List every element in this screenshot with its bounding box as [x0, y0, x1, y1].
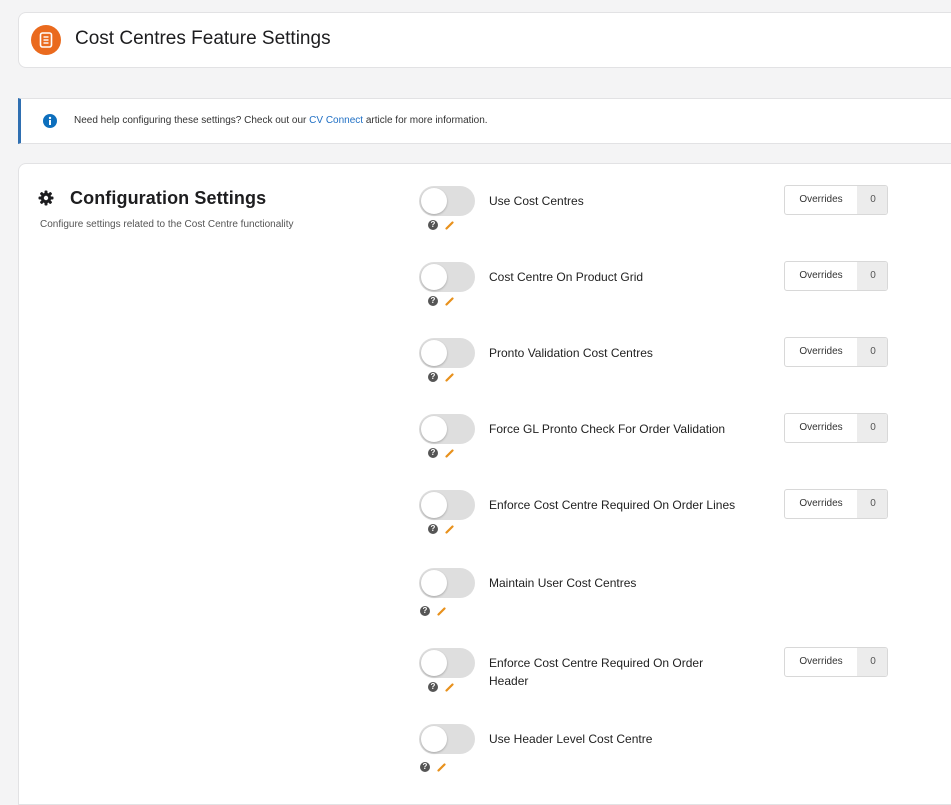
overrides-button[interactable]: Overrides 0 — [784, 185, 888, 215]
configuration-panel: Configuration Settings Configure setting… — [18, 163, 951, 805]
toggle-knob — [421, 416, 447, 442]
setting-label: Use Header Level Cost Centre — [489, 732, 653, 746]
setting-label: Maintain User Cost Centres — [489, 576, 637, 590]
overrides-label: Overrides — [799, 498, 843, 509]
setting-toggle[interactable] — [419, 186, 475, 216]
setting-row: ? Enforce Cost Centre Required On Order L… — [19, 489, 951, 560]
setting-label: Enforce Cost Centre Required On Order He… — [489, 656, 704, 688]
help-icon[interactable]: ? — [428, 682, 438, 692]
setting-row: ? Maintain User Cost Centres — [19, 568, 951, 638]
help-icon[interactable]: ? — [428, 372, 438, 382]
setting-toggle[interactable] — [419, 724, 475, 754]
setting-label: Use Cost Centres — [489, 194, 584, 208]
setting-toggle[interactable] — [419, 648, 475, 678]
toggle-knob — [421, 570, 447, 596]
setting-label: Force GL Pronto Check For Order Validati… — [489, 422, 726, 436]
toggle-knob — [421, 264, 447, 290]
overrides-count: 0 — [857, 648, 887, 676]
page-header: Cost Centres Feature Settings — [18, 12, 951, 68]
setting-label: Pronto Validation Cost Centres — [489, 346, 653, 360]
pencil-icon[interactable] — [445, 373, 454, 382]
toggle-knob — [421, 492, 447, 518]
setting-toggle[interactable] — [419, 568, 475, 598]
overrides-button[interactable]: Overrides 0 — [784, 337, 888, 367]
toggle-knob — [421, 340, 447, 366]
overrides-label: Overrides — [799, 270, 843, 281]
setting-toggle[interactable] — [419, 338, 475, 368]
overrides-button[interactable]: Overrides 0 — [784, 647, 888, 677]
pencil-icon[interactable] — [445, 449, 454, 458]
help-icon[interactable]: ? — [428, 296, 438, 306]
overrides-label: Overrides — [799, 346, 843, 357]
help-icon[interactable]: ? — [428, 448, 438, 458]
setting-toggle[interactable] — [419, 414, 475, 444]
pencil-icon[interactable] — [445, 297, 454, 306]
pencil-icon[interactable] — [445, 221, 454, 230]
pencil-icon[interactable] — [445, 525, 454, 534]
setting-row: ? Cost Centre On Product Grid Overrides 0 — [19, 261, 951, 332]
setting-row: ? Enforce Cost Centre Required On Order H… — [19, 647, 951, 718]
setting-label: Enforce Cost Centre Required On Order Li… — [489, 498, 736, 512]
toggle-knob — [421, 726, 447, 752]
toggle-knob — [421, 188, 447, 214]
page-title: Cost Centres Feature Settings — [75, 28, 331, 49]
overrides-count: 0 — [857, 186, 887, 214]
help-icon[interactable]: ? — [428, 220, 438, 230]
help-icon[interactable]: ? — [428, 524, 438, 534]
pencil-icon[interactable] — [437, 763, 446, 772]
overrides-button[interactable]: Overrides 0 — [784, 261, 888, 291]
overrides-label: Overrides — [799, 194, 843, 205]
overrides-count: 0 — [857, 414, 887, 442]
info-icon — [43, 114, 57, 128]
help-icon[interactable]: ? — [420, 762, 430, 772]
pencil-icon[interactable] — [445, 683, 454, 692]
overrides-button[interactable]: Overrides 0 — [784, 489, 888, 519]
overrides-button[interactable]: Overrides 0 — [784, 413, 888, 443]
toggle-knob — [421, 650, 447, 676]
help-icon[interactable]: ? — [420, 606, 430, 616]
setting-row: ? Force GL Pronto Check For Order Validat… — [19, 413, 951, 484]
pencil-icon[interactable] — [437, 607, 446, 616]
setting-row: ? Use Header Level Cost Centre — [19, 724, 951, 794]
overrides-label: Overrides — [799, 656, 843, 667]
help-banner: Need help configuring these settings? Ch… — [18, 98, 951, 144]
setting-toggle[interactable] — [419, 490, 475, 520]
overrides-count: 0 — [857, 490, 887, 518]
document-icon — [31, 25, 61, 55]
overrides-count: 0 — [857, 338, 887, 366]
setting-toggle[interactable] — [419, 262, 475, 292]
overrides-count: 0 — [857, 262, 887, 290]
setting-row: ? Pronto Validation Cost Centres Overrides… — [19, 337, 951, 408]
cv-connect-link[interactable]: CV Connect — [309, 115, 363, 126]
setting-label: Cost Centre On Product Grid — [489, 270, 644, 284]
help-text: Need help configuring these settings? Ch… — [74, 115, 488, 126]
overrides-label: Overrides — [799, 422, 843, 433]
setting-row: ? Use Cost Centres Overrides 0 — [19, 185, 951, 256]
